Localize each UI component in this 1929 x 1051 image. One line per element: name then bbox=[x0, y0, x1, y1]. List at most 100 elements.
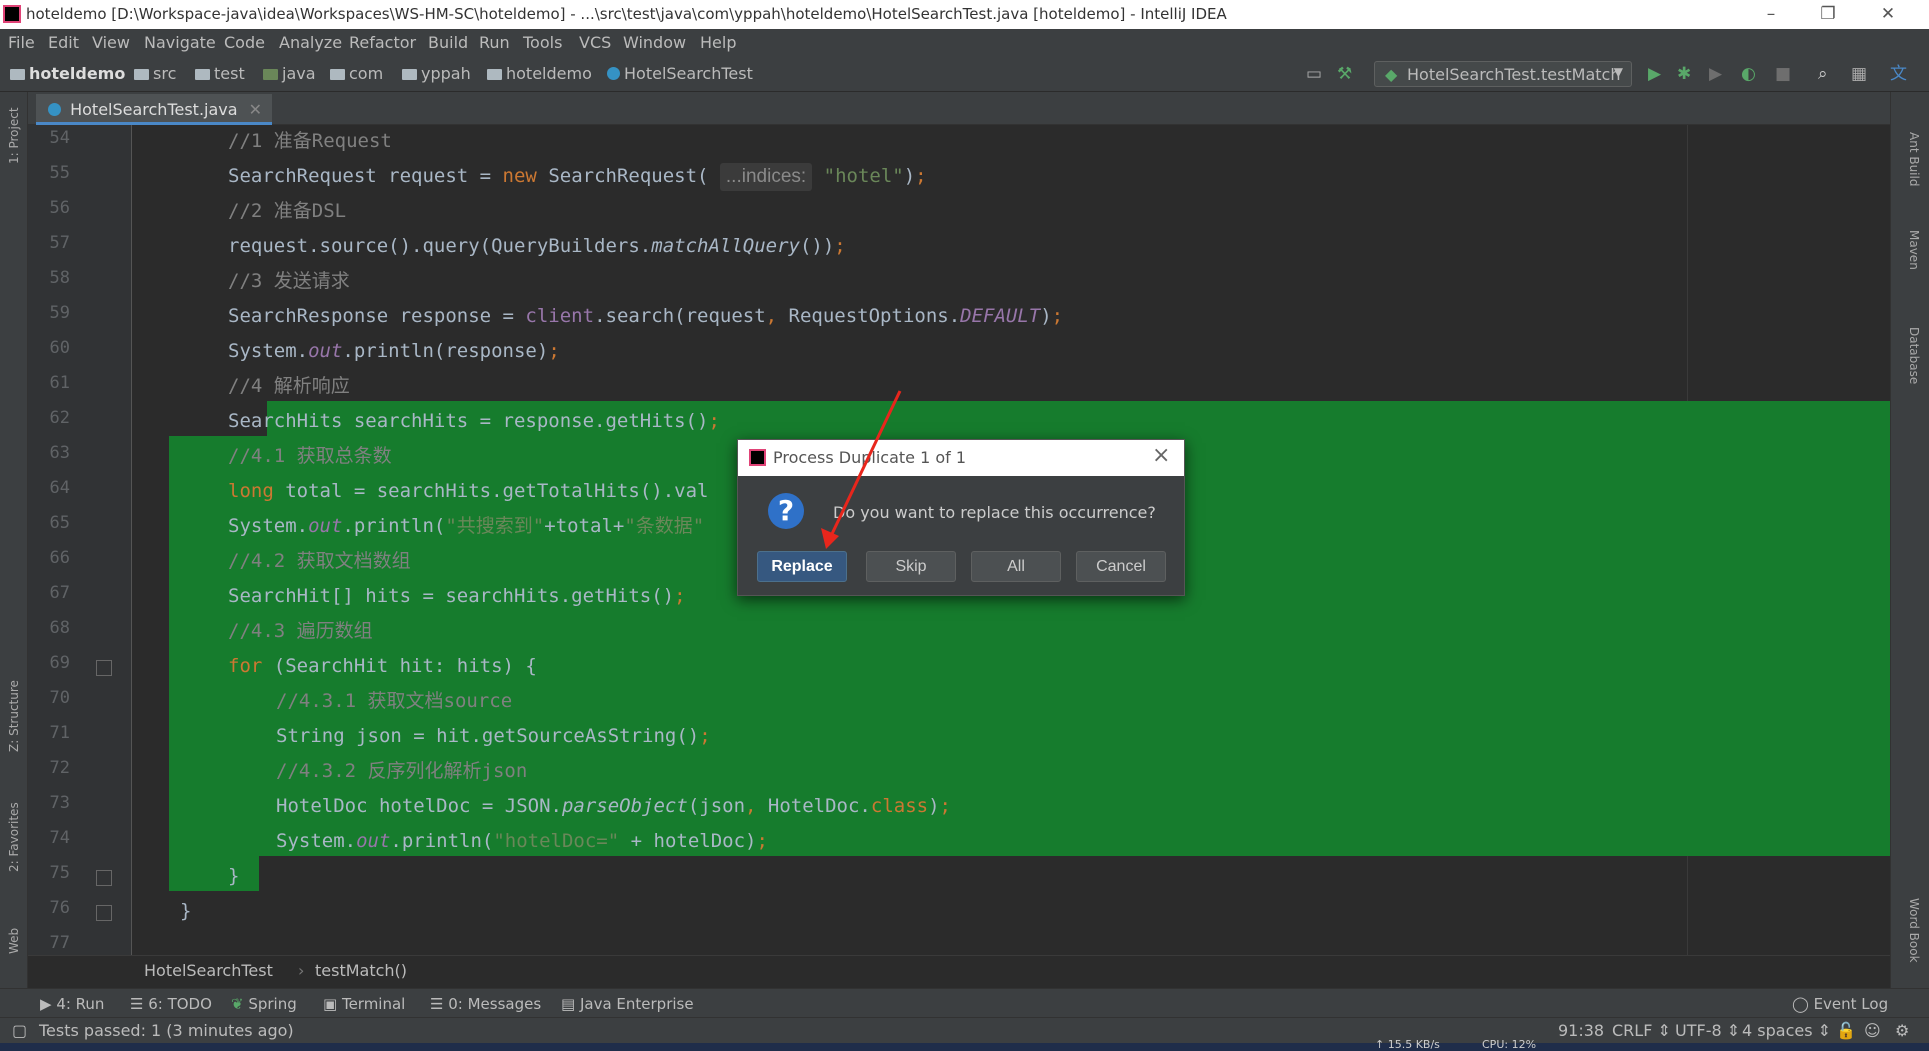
tool-run[interactable]: ▶ 4: Run bbox=[40, 995, 104, 1013]
tool-window-bar: ▶ 4: Run ☰ 6: TODO ❦ Spring ▣ Terminal ☰… bbox=[0, 988, 1929, 1017]
project-structure-icon[interactable]: ▦ bbox=[1851, 64, 1867, 84]
translate-icon[interactable]: 文 bbox=[1890, 64, 1907, 84]
run-icon[interactable]: ▶ bbox=[1648, 64, 1661, 84]
crumb-src[interactable]: src bbox=[134, 64, 176, 83]
indent-setting[interactable]: 4 spaces ⇕ bbox=[1742, 1021, 1831, 1040]
tool-event-log[interactable]: ◯ Event Log bbox=[1792, 995, 1888, 1013]
line-number: 60 bbox=[49, 338, 70, 358]
code-line: //4.3.1 获取文档source bbox=[276, 690, 513, 712]
dialog-title-bar[interactable]: Process Duplicate 1 of 1 × bbox=[738, 440, 1184, 476]
code-line: //2 准备DSL bbox=[228, 200, 347, 222]
intellij-logo-icon bbox=[3, 5, 21, 23]
menu-view[interactable]: View bbox=[92, 33, 130, 52]
inspector-icon[interactable]: ☺ bbox=[1864, 1021, 1881, 1040]
code-line: } bbox=[180, 900, 192, 922]
menu-code[interactable]: Code bbox=[224, 33, 265, 52]
menu-analyze[interactable]: Analyze bbox=[279, 33, 342, 52]
line-number: 59 bbox=[49, 303, 70, 323]
tool-todo[interactable]: ☰ 6: TODO bbox=[130, 995, 212, 1013]
layout-icon[interactable]: ▭ bbox=[1306, 64, 1322, 84]
skip-button[interactable]: Skip bbox=[866, 551, 956, 582]
crumb-test[interactable]: test bbox=[195, 64, 245, 83]
close-icon[interactable]: × bbox=[1152, 443, 1170, 468]
tool-maven[interactable]: Maven bbox=[1907, 230, 1921, 270]
tool-spring[interactable]: ❦ Spring bbox=[231, 995, 297, 1013]
fold-marker-icon[interactable] bbox=[96, 870, 112, 886]
title-bar: hoteldemo [D:\Workspace-java\idea\Worksp… bbox=[0, 0, 1929, 29]
crumb-java[interactable]: java bbox=[263, 64, 316, 83]
tab-hotelsearchtest[interactable]: HotelSearchTest.java ✕ bbox=[36, 94, 273, 125]
tool-database[interactable]: Database bbox=[1907, 327, 1921, 384]
line-number: 64 bbox=[49, 478, 70, 498]
close-window-icon[interactable]: ✕ bbox=[1868, 1, 1908, 27]
fold-marker-icon[interactable] bbox=[96, 660, 112, 676]
class-icon bbox=[607, 67, 620, 80]
run-coverage-icon[interactable]: ▶ bbox=[1709, 64, 1722, 84]
close-tab-icon[interactable]: ✕ bbox=[249, 100, 262, 119]
stop-icon[interactable]: ■ bbox=[1775, 64, 1791, 84]
crumb-hoteldemo[interactable]: hoteldemo bbox=[487, 64, 592, 83]
lock-icon[interactable]: 🔓 bbox=[1836, 1021, 1856, 1040]
search-icon[interactable]: ⌕ bbox=[1818, 64, 1828, 84]
settings-icon[interactable]: ⚙ bbox=[1895, 1021, 1909, 1040]
line-number: 73 bbox=[49, 793, 70, 813]
code-line: SearchRequest request = new SearchReques… bbox=[228, 162, 927, 191]
menu-vcs[interactable]: VCS bbox=[579, 33, 611, 52]
line-number: 68 bbox=[49, 618, 70, 638]
tool-word-book[interactable]: Word Book bbox=[1907, 898, 1921, 963]
crumb-com[interactable]: com bbox=[330, 64, 383, 83]
line-number: 75 bbox=[49, 863, 70, 883]
build-hammer-icon[interactable]: ⚒ bbox=[1337, 64, 1352, 84]
all-button[interactable]: All bbox=[971, 551, 1061, 582]
tool-project[interactable]: 1: Project bbox=[7, 107, 21, 164]
menu-build[interactable]: Build bbox=[428, 33, 468, 52]
tool-java-enterprise[interactable]: ▤ Java Enterprise bbox=[561, 995, 694, 1013]
caret-position[interactable]: 91:38 bbox=[1558, 1021, 1604, 1040]
crumb-class-name[interactable]: HotelSearchTest bbox=[144, 961, 273, 980]
tool-ant-build[interactable]: Ant Build bbox=[1907, 132, 1921, 186]
tool-messages[interactable]: ☰ 0: Messages bbox=[430, 995, 541, 1013]
fold-marker-icon[interactable] bbox=[96, 905, 112, 921]
intellij-logo-icon bbox=[749, 449, 766, 466]
line-number: 54 bbox=[49, 128, 70, 148]
test-source-folder-icon bbox=[263, 69, 278, 80]
restore-icon[interactable]: ❐ bbox=[1808, 1, 1848, 27]
menu-run[interactable]: Run bbox=[479, 33, 510, 52]
chevron-right-icon: › bbox=[298, 961, 305, 980]
question-icon: ? bbox=[768, 493, 804, 529]
crumb-yppah[interactable]: yppah bbox=[402, 64, 471, 83]
taskbar-strip: ↑ 15.5 KB/s CPU: 12% bbox=[0, 1038, 1929, 1051]
line-separator[interactable]: CRLF ⇕ bbox=[1612, 1021, 1671, 1040]
line-number: 66 bbox=[49, 548, 70, 568]
menu-edit[interactable]: Edit bbox=[48, 33, 79, 52]
network-speed: ↑ 15.5 KB/s bbox=[1375, 1038, 1440, 1051]
menu-tools[interactable]: Tools bbox=[523, 33, 562, 52]
tool-terminal[interactable]: ▣ Terminal bbox=[323, 995, 405, 1013]
debug-icon[interactable]: ✱ bbox=[1677, 64, 1691, 84]
status-message[interactable]: Tests passed: 1 (3 minutes ago) bbox=[39, 1021, 294, 1040]
replace-button[interactable]: Replace bbox=[757, 551, 847, 582]
run-configuration-select[interactable]: ◆ HotelSearchTest.testMatch ▼ bbox=[1374, 61, 1632, 87]
crumb-class[interactable]: HotelSearchTest bbox=[607, 64, 753, 83]
junit-icon: ◆ bbox=[1385, 65, 1398, 84]
right-tool-strip: Ant Build Maven Database Word Book bbox=[1890, 92, 1929, 1014]
line-number: 67 bbox=[49, 583, 70, 603]
menu-file[interactable]: File bbox=[8, 33, 35, 52]
code-line: SearchHit[] hits = searchHits.getHits(); bbox=[228, 585, 686, 607]
folder-icon bbox=[134, 69, 149, 80]
file-encoding[interactable]: UTF-8 ⇕ bbox=[1675, 1021, 1740, 1040]
tool-web[interactable]: Web bbox=[7, 928, 21, 954]
profile-icon[interactable]: ◐ bbox=[1741, 64, 1756, 84]
minimize-icon[interactable]: – bbox=[1751, 1, 1791, 27]
code-line: long total = searchHits.getTotalHits().v… bbox=[228, 480, 709, 502]
crumb-method-name[interactable]: testMatch() bbox=[315, 961, 407, 980]
tool-favorites[interactable]: 2: Favorites bbox=[7, 802, 21, 872]
tool-structure[interactable]: Z: Structure bbox=[7, 680, 21, 752]
menu-refactor[interactable]: Refactor bbox=[349, 33, 416, 52]
crumb-project[interactable]: hoteldemo bbox=[10, 64, 125, 83]
cancel-button[interactable]: Cancel bbox=[1076, 551, 1166, 582]
status-toggle-icon[interactable]: ▢ bbox=[12, 1021, 27, 1040]
menu-window[interactable]: Window bbox=[623, 33, 686, 52]
menu-help[interactable]: Help bbox=[700, 33, 736, 52]
menu-navigate[interactable]: Navigate bbox=[144, 33, 216, 52]
